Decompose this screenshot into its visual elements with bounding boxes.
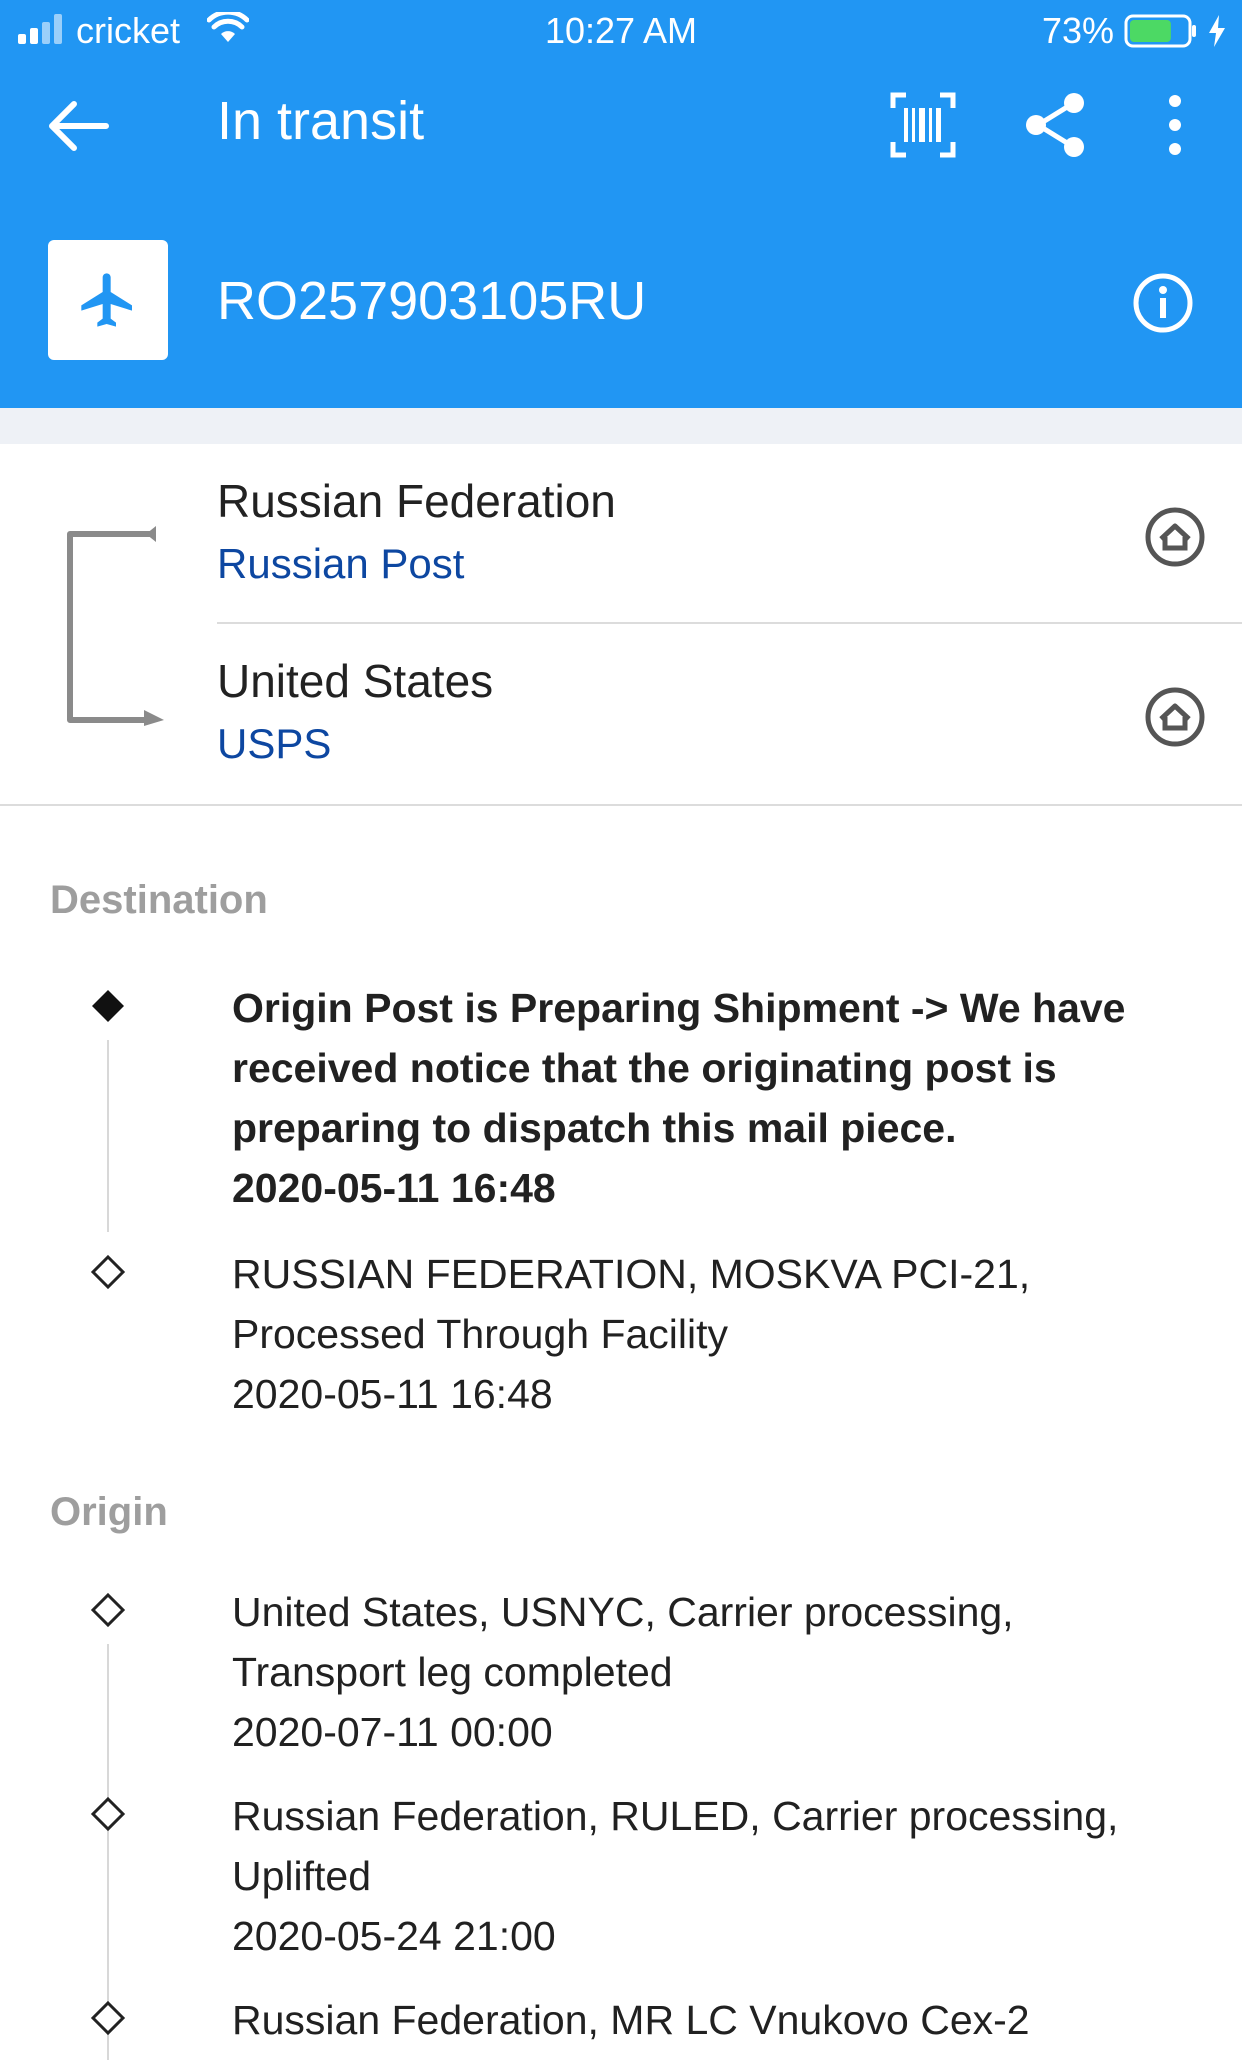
page-title: In transit [217, 91, 425, 151]
battery-icon [1124, 14, 1196, 48]
separator-band [0, 408, 1242, 444]
home-icon[interactable] [1144, 506, 1206, 568]
timeline-line [107, 1644, 109, 2060]
tracking-number: RO257903105RU [217, 271, 647, 331]
diamond-outline-icon [90, 1592, 126, 1628]
event-timestamp: 2020-05-11 16:48 [232, 1165, 556, 1211]
event-description: Russian Federation, RULED, Carrier proce… [232, 1793, 1119, 1899]
route-origin[interactable]: Russian Federation Russian Post [217, 444, 1242, 624]
arrow-left-icon[interactable] [44, 96, 110, 156]
event-description: Origin Post is Preparing Shipment -> We … [232, 985, 1126, 1151]
event-description: RUSSIAN FEDERATION, MOSKVA PCI-21, Proce… [232, 1251, 1031, 1357]
charging-icon [1209, 15, 1225, 47]
diamond-filled-icon [92, 990, 124, 1022]
tracking-row: RO257903105RU [0, 220, 1242, 370]
home-icon[interactable] [1144, 686, 1206, 748]
event-text: Russian Federation, MR LC Vnukovo Cex-2 [232, 1990, 1192, 2050]
battery-percent: 73% [1041, 10, 1114, 51]
barcode-scan-icon[interactable] [890, 92, 956, 158]
event-timestamp: 2020-05-11 16:48 [232, 1371, 553, 1417]
origin-carrier-link[interactable]: Russian Post [217, 540, 464, 588]
route-card: Russian Federation Russian Post United S… [0, 444, 1242, 806]
timeline-line [107, 1040, 109, 1232]
airplane-icon [81, 273, 132, 327]
status-bar: cricket 10:27 AM 73% [0, 0, 1242, 62]
diamond-outline-icon [90, 1796, 126, 1832]
event-text: Origin Post is Preparing Shipment -> We … [232, 978, 1192, 1218]
route-arrow-icon [67, 526, 164, 726]
more-vert-icon[interactable] [1160, 92, 1190, 158]
destination-country: United States [217, 655, 494, 707]
event-description: Russian Federation, MR LC Vnukovo Cex-2 [232, 1997, 1030, 2043]
event-description: United States, USNYC, Carrier processing… [232, 1589, 1014, 1695]
package-type-badge [48, 240, 168, 360]
info-icon[interactable] [1132, 272, 1194, 334]
event-timestamp: 2020-05-24 21:00 [232, 1913, 556, 1959]
diamond-outline-icon [90, 1254, 126, 1290]
origin-country: Russian Federation [217, 475, 616, 527]
route-destination[interactable]: United States USPS [217, 624, 1242, 806]
event-text: United States, USNYC, Carrier processing… [232, 1582, 1192, 1762]
app-header: cricket 10:27 AM 73% In transit RO257903… [0, 0, 1242, 408]
share-icon[interactable] [1024, 92, 1088, 158]
destination-section-label: Destination [50, 878, 268, 922]
toolbar: In transit [0, 62, 1242, 192]
origin-section-label: Origin [50, 1490, 168, 1534]
destination-carrier-link[interactable]: USPS [217, 720, 331, 768]
diamond-outline-icon [90, 2000, 126, 2036]
event-text: Russian Federation, RULED, Carrier proce… [232, 1786, 1192, 1966]
event-text: RUSSIAN FEDERATION, MOSKVA PCI-21, Proce… [232, 1244, 1192, 1424]
event-timestamp: 2020-07-11 00:00 [232, 1709, 553, 1755]
